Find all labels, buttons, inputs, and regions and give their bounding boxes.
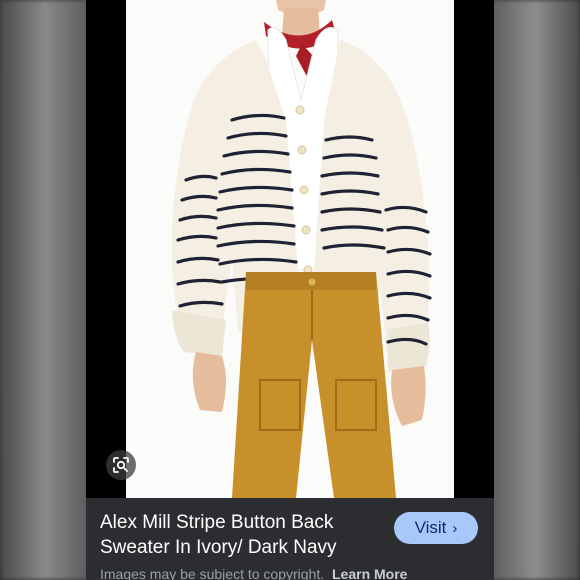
result-info-bar: Alex Mill Stripe Button Back Sweater In … [86, 498, 494, 580]
copyright-notice: Images may be subject to copyright. [100, 566, 325, 580]
product-illustration [171, 0, 432, 498]
visit-button-label: Visit [414, 518, 447, 537]
image-viewer: Alex Mill Stripe Button Back Sweater In … [0, 0, 580, 580]
chevron-right-icon: › [452, 519, 458, 537]
lens-search-icon [113, 457, 129, 473]
copyright-notice-row: Images may be subject to copyright. Lear… [100, 566, 407, 580]
image-result-card: Alex Mill Stripe Button Back Sweater In … [86, 0, 494, 580]
blurred-background-left [0, 0, 90, 580]
visit-button[interactable]: Visit › [394, 512, 478, 544]
learn-more-link[interactable]: Learn More [332, 566, 407, 580]
blurred-background-right [490, 0, 580, 580]
product-photo[interactable] [126, 0, 454, 498]
product-title[interactable]: Alex Mill Stripe Button Back Sweater In … [100, 510, 382, 560]
lens-search-button[interactable] [106, 450, 136, 480]
